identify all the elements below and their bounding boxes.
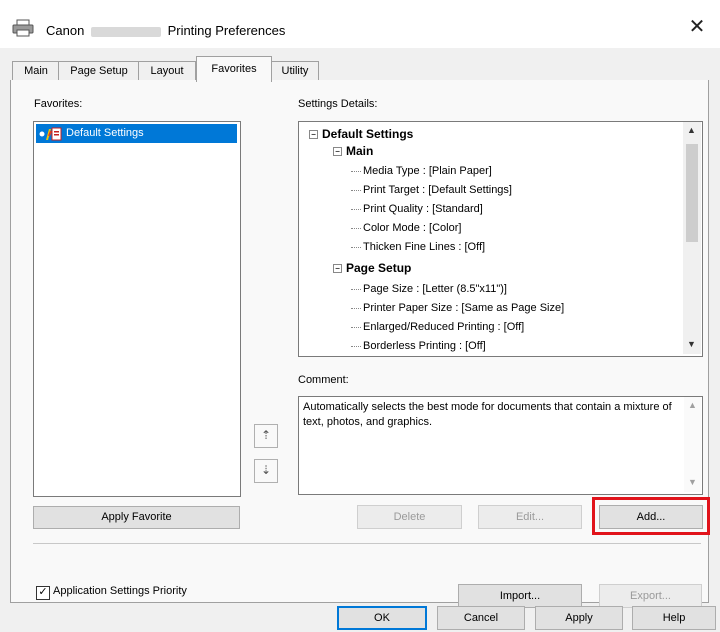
scroll-down-icon[interactable]: ▼ xyxy=(687,339,696,349)
favorites-label: Favorites: xyxy=(34,98,83,110)
move-down-button[interactable]: ⇣ xyxy=(254,459,278,483)
title-text: Printing Preferences xyxy=(167,23,286,38)
tree-item: Borderless Printing : [Off] xyxy=(351,340,486,352)
favorites-item-label: Default Settings xyxy=(66,127,144,139)
tree-group-main: − Main xyxy=(333,144,373,158)
tree-item: Print Target : [Default Settings] xyxy=(351,184,512,196)
scroll-up-icon[interactable]: ▲ xyxy=(688,400,697,410)
tree-group-label: Page Setup xyxy=(346,261,412,275)
app-priority-label[interactable]: Application Settings Priority xyxy=(53,585,187,597)
delete-button[interactable]: Delete xyxy=(357,505,462,529)
comment-label: Comment: xyxy=(298,374,349,386)
move-down-icon: ⇣ xyxy=(260,463,272,477)
comment-scrollbar[interactable]: ▲ ▼ xyxy=(684,397,701,492)
tab-favorites[interactable]: Favorites xyxy=(196,56,272,82)
separator xyxy=(33,543,701,544)
scroll-down-icon[interactable]: ▼ xyxy=(688,477,697,487)
tree-item: Printer Paper Size : [Same as Page Size] xyxy=(351,302,564,314)
move-up-button[interactable]: ⇡ xyxy=(254,424,278,448)
comment-text: Automatically selects the best mode for … xyxy=(303,401,672,428)
import-button[interactable]: Import... xyxy=(458,584,582,608)
tab-main[interactable]: Main xyxy=(12,61,60,81)
edit-button[interactable]: Edit... xyxy=(478,505,582,529)
comment-box[interactable]: Automatically selects the best mode for … xyxy=(298,396,703,495)
scroll-thumb[interactable] xyxy=(686,144,698,242)
tree-group-page-setup: − Page Setup xyxy=(333,261,411,275)
apply-button[interactable]: Apply xyxy=(535,606,623,630)
favorites-item-default[interactable]: Default Settings xyxy=(36,124,237,143)
collapse-icon: − xyxy=(309,130,318,140)
title-brand: Canon xyxy=(46,23,85,38)
tree-item: Enlarged/Reduced Printing : [Off] xyxy=(351,321,524,333)
apply-favorite-button[interactable]: Apply Favorite xyxy=(33,506,240,529)
tree-root-label: Default Settings xyxy=(322,127,414,141)
tree-root: − Default Settings xyxy=(309,127,413,141)
title-bar: Canon Printing Preferences ✕ xyxy=(0,0,720,48)
collapse-icon: − xyxy=(333,147,342,157)
tree-item: Thicken Fine Lines : [Off] xyxy=(351,241,485,253)
move-up-icon: ⇡ xyxy=(260,428,272,442)
ok-button[interactable]: OK xyxy=(337,606,427,630)
tree-item: Page Size : [Letter (8.5"x11")] xyxy=(351,283,507,295)
tree-group-label: Main xyxy=(346,144,374,158)
scroll-up-icon[interactable]: ▲ xyxy=(687,125,696,135)
collapse-icon: − xyxy=(333,264,342,274)
window-title: Canon Printing Preferences xyxy=(46,23,285,38)
redacted-model xyxy=(90,26,161,37)
printer-icon xyxy=(12,19,34,37)
cancel-button[interactable]: Cancel xyxy=(437,606,525,630)
details-scrollbar[interactable]: ▲ ▼ xyxy=(683,122,701,354)
settings-details-tree[interactable]: − Default Settings − Main Media Type : [Pl… xyxy=(298,121,703,357)
tab-utility[interactable]: Utility xyxy=(271,61,319,81)
close-button[interactable]: ✕ xyxy=(682,14,712,40)
tab-layout[interactable]: Layout xyxy=(138,61,196,81)
tree-item: Color Mode : [Color] xyxy=(351,222,461,234)
tree-item: Media Type : [Plain Paper] xyxy=(351,165,492,177)
favorites-list[interactable]: Default Settings xyxy=(33,121,241,497)
help-button[interactable]: Help xyxy=(632,606,716,630)
export-button[interactable]: Export... xyxy=(599,584,702,608)
tree-item: Print Quality : [Standard] xyxy=(351,203,483,215)
favorite-settings-icon xyxy=(39,127,62,141)
add-button[interactable]: Add... xyxy=(599,505,703,529)
app-priority-checkbox[interactable]: ✓ xyxy=(36,586,50,600)
settings-details-label: Settings Details: xyxy=(298,98,378,110)
tab-page-setup[interactable]: Page Setup xyxy=(58,61,140,81)
